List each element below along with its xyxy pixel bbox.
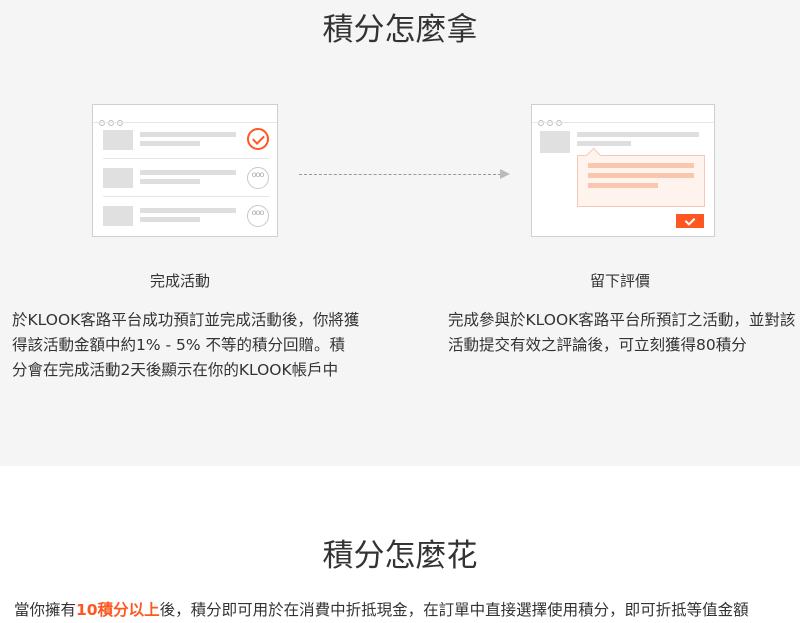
more-circle-icon bbox=[247, 167, 269, 189]
review-bar bbox=[577, 141, 631, 146]
activity-list-illustration bbox=[92, 104, 278, 237]
review-thumb bbox=[540, 131, 570, 153]
list-bar bbox=[140, 170, 236, 175]
earn-title: 積分怎麼拿 bbox=[322, 12, 478, 48]
review-popup bbox=[577, 155, 705, 207]
window-divider bbox=[532, 122, 714, 123]
step-complete-title: 完成活動 bbox=[150, 272, 211, 290]
spend-title: 積分怎麼花 bbox=[322, 538, 478, 574]
popup-bar bbox=[588, 163, 694, 168]
list-bar bbox=[140, 179, 200, 184]
dashed-arrow-line bbox=[299, 174, 501, 175]
spend-text-after: 後，積分即可用於在消費中折抵現金，在訂單中直接選擇使用積分，即可折抵等值金額 bbox=[159, 601, 749, 619]
list-thumb bbox=[103, 130, 133, 150]
step-complete-desc: 於KLOOK客路平台成功預訂並完成活動後，你將獲得該活動金額中約1% - 5% … bbox=[12, 311, 360, 379]
step-review-title: 留下評價 bbox=[590, 272, 651, 290]
list-bar bbox=[140, 217, 200, 222]
list-thumb bbox=[103, 168, 133, 188]
check-button-icon bbox=[676, 214, 704, 228]
step-review-desc: 完成參與於KLOOK客路平台所預訂之活動，並對該活動提交有效之評論後，可立刻獲得… bbox=[448, 311, 796, 354]
review-bar bbox=[577, 132, 699, 137]
spend-highlight: 10積分以上 bbox=[76, 601, 160, 619]
list-bar bbox=[140, 208, 236, 213]
spend-section: 積分怎麼花 當你擁有10積分以上後，積分即可用於在消費中折抵現金，在訂單中直接選… bbox=[0, 466, 800, 623]
arrow-right-icon bbox=[500, 169, 510, 179]
list-bar bbox=[140, 132, 236, 137]
window-dots-icon bbox=[538, 111, 565, 130]
window-dots-icon bbox=[99, 111, 126, 130]
popup-bar bbox=[588, 183, 658, 188]
list-bar bbox=[140, 141, 200, 146]
list-thumb bbox=[103, 206, 133, 226]
row-divider bbox=[103, 196, 269, 197]
spend-text-before: 當你擁有 bbox=[14, 601, 77, 619]
earn-section: 積分怎麼拿 完成活動 留下評價 於KLOOK客路平台成功預訂並完成活動後 bbox=[0, 0, 800, 466]
window-divider bbox=[93, 122, 277, 123]
check-circle-icon bbox=[247, 128, 269, 150]
more-circle-icon bbox=[247, 205, 269, 227]
popup-bar bbox=[588, 173, 694, 178]
spend-description: 當你擁有10積分以上後，積分即可用於在消費中折抵現金，在訂單中直接選擇使用積分，… bbox=[14, 598, 749, 620]
row-divider bbox=[103, 158, 269, 159]
